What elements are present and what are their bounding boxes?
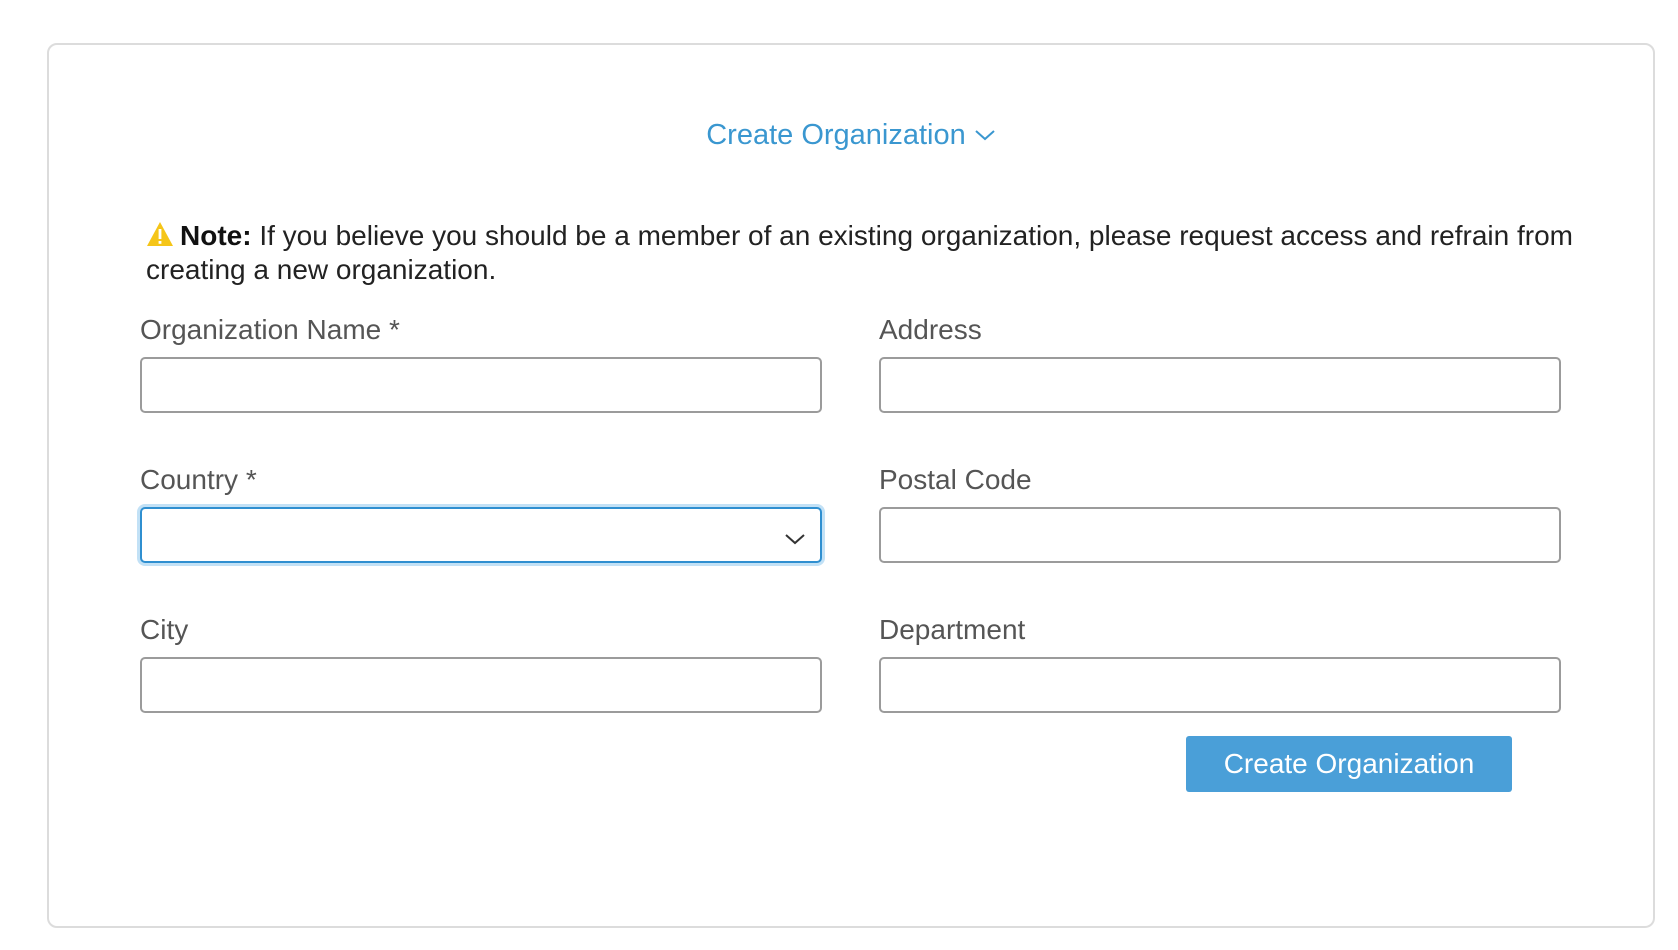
create-organization-button[interactable]: Create Organization (1186, 736, 1512, 792)
country-label: Country * (140, 464, 257, 495)
create-organization-toggle[interactable]: Create Organization (49, 115, 1653, 155)
postal-code-input[interactable] (879, 507, 1561, 563)
warning-icon (146, 221, 174, 254)
country-select[interactable] (140, 507, 822, 563)
note-label: Note: (180, 220, 252, 251)
address-label: Address (879, 314, 982, 345)
note-message: Note: If you believe you should be a mem… (146, 220, 1616, 286)
create-organization-card: Create Organization Note: If you believe… (47, 43, 1655, 928)
department-input[interactable] (879, 657, 1561, 713)
note-text: If you believe you should be a member of… (146, 220, 1573, 285)
postal-code-label: Postal Code (879, 464, 1032, 495)
organization-name-label: Organization Name * (140, 314, 400, 345)
chevron-down-icon (974, 113, 996, 153)
address-input[interactable] (879, 357, 1561, 413)
toggle-label: Create Organization (706, 119, 966, 151)
city-input[interactable] (140, 657, 822, 713)
city-label: City (140, 614, 189, 645)
chevron-down-icon (784, 525, 806, 553)
organization-name-input[interactable] (140, 357, 822, 413)
department-label: Department (879, 614, 1026, 645)
